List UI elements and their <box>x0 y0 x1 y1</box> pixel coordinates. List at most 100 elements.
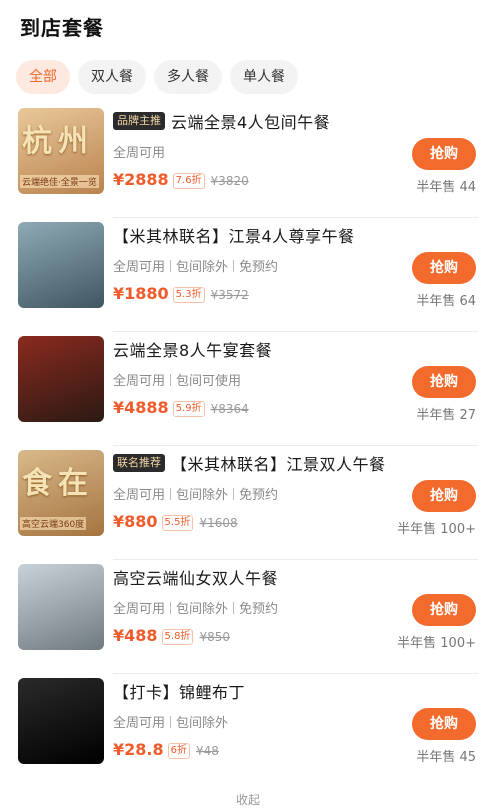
tag-divider <box>170 715 172 728</box>
usage-tag: 免预约 <box>239 602 279 617</box>
package-thumbnail[interactable]: 杭州 云端绝佳·全景一览 <box>18 108 104 194</box>
package-item[interactable]: 【米其林联名】江景4人尊享午餐全周可用 包间除外 免预约 ¥1880 5.3折 ¥3572… <box>0 218 496 332</box>
page-title: 到店套餐 <box>20 16 104 40</box>
tab-multi[interactable]: 多人餐 <box>154 60 222 94</box>
sales-count: 半年售 64 <box>416 294 476 309</box>
sales-count: 半年售 100+ <box>397 522 476 537</box>
package-item[interactable]: 高空云端仙女双人午餐全周可用 包间除外 免预约 ¥488 5.8折 ¥850 抢购半年售 1… <box>0 560 496 674</box>
usage-tag: 包间除外 <box>176 602 229 617</box>
package-name[interactable]: 【米其林联名】江景4人尊享午餐 <box>113 223 355 247</box>
package-tags: 全周可用 <box>113 142 165 161</box>
original-price: ¥8364 <box>210 402 249 416</box>
price-row: ¥2888 7.6折 ¥3820 <box>113 170 249 191</box>
package-thumbnail[interactable] <box>18 222 104 308</box>
package-tags: 全周可用 包间可使用 <box>113 370 241 389</box>
tab-single[interactable]: 单人餐 <box>230 60 298 94</box>
package-thumbnail[interactable] <box>18 678 104 764</box>
tag-divider <box>170 259 172 272</box>
price-row: ¥488 5.8折 ¥850 <box>113 626 230 647</box>
buy-button[interactable]: 抢购 <box>412 252 476 284</box>
usage-tag: 全周可用 <box>113 602 166 617</box>
thumbnail-image <box>18 678 104 764</box>
sales-count: 半年售 45 <box>416 750 476 765</box>
thumbnail-subtext: 高空云端360度 <box>20 517 87 530</box>
package-name-row: 联名推荐 【米其林联名】江景双人午餐 <box>113 450 476 476</box>
tag-divider <box>170 601 172 614</box>
package-name[interactable]: 【米其林联名】江景双人午餐 <box>171 451 386 475</box>
sale-price: ¥1880 <box>113 284 169 303</box>
thumbnail-image <box>18 336 104 422</box>
sale-price: ¥2888 <box>113 170 169 189</box>
buy-button[interactable]: 抢购 <box>412 594 476 626</box>
package-thumbnail[interactable] <box>18 336 104 422</box>
usage-tag: 全周可用 <box>113 260 166 275</box>
sales-count: 半年售 100+ <box>397 636 476 651</box>
original-price: ¥3820 <box>210 174 249 188</box>
package-item[interactable]: 杭州 云端绝佳·全景一览 品牌主推 云端全景4人包间午餐 全周可用 ¥2888 7.6折 ¥3… <box>0 104 496 218</box>
discount-badge: 5.8折 <box>161 629 194 645</box>
original-price: ¥1608 <box>199 516 238 530</box>
package-name[interactable]: 云端全景8人午宴套餐 <box>113 337 272 361</box>
filter-tabs: 全部 双人餐 多人餐 单人餐 <box>16 60 298 94</box>
price-row: ¥1880 5.3折 ¥3572 <box>113 284 249 305</box>
usage-tag: 包间除外 <box>176 260 229 275</box>
package-name-row: 品牌主推 云端全景4人包间午餐 <box>113 108 476 134</box>
usage-tag: 包间除外 <box>176 488 229 503</box>
buy-button[interactable]: 抢购 <box>412 138 476 170</box>
discount-badge: 5.3折 <box>172 287 205 303</box>
usage-tag: 包间除外 <box>176 716 229 731</box>
package-tags: 全周可用 包间除外 <box>113 712 228 731</box>
sale-price: ¥28.8 <box>113 740 164 759</box>
package-name[interactable]: 高空云端仙女双人午餐 <box>113 565 278 589</box>
original-price: ¥48 <box>195 744 219 758</box>
package-name[interactable]: 【打卡】锦鲤布丁 <box>113 679 245 703</box>
thumbnail-image <box>18 564 104 650</box>
package-name-row: 【米其林联名】江景4人尊享午餐 <box>113 222 476 248</box>
package-name-row: 高空云端仙女双人午餐 <box>113 564 476 590</box>
package-tags: 全周可用 包间除外 免预约 <box>113 598 278 617</box>
package-item[interactable]: 食在 高空云端360度 联名推荐 【米其林联名】江景双人午餐 全周可用 包间除外 免预约 ¥8… <box>0 446 496 560</box>
thumbnail-image <box>18 222 104 308</box>
promo-badge: 联名推荐 <box>113 454 165 472</box>
tab-double[interactable]: 双人餐 <box>78 60 146 94</box>
tag-divider <box>170 487 172 500</box>
package-list: 杭州 云端绝佳·全景一览 品牌主推 云端全景4人包间午餐 全周可用 ¥2888 7.6折 ¥3… <box>0 104 496 788</box>
discount-badge: 6折 <box>167 743 190 759</box>
buy-button[interactable]: 抢购 <box>412 480 476 512</box>
package-thumbnail[interactable] <box>18 564 104 650</box>
price-row: ¥28.8 6折 ¥48 <box>113 740 219 761</box>
package-name-row: 【打卡】锦鲤布丁 <box>113 678 476 704</box>
sale-price: ¥4888 <box>113 398 169 417</box>
usage-tag: 包间可使用 <box>176 374 242 389</box>
tag-divider <box>233 487 235 500</box>
thumbnail-subtext: 云端绝佳·全景一览 <box>20 175 99 188</box>
package-item[interactable]: 云端全景8人午宴套餐全周可用 包间可使用 ¥4888 5.9折 ¥8364 抢购半年售 2… <box>0 332 496 446</box>
sales-count: 半年售 27 <box>416 408 476 423</box>
package-name-row: 云端全景8人午宴套餐 <box>113 336 476 362</box>
discount-badge: 7.6折 <box>172 173 205 189</box>
tag-divider <box>170 373 172 386</box>
buy-button[interactable]: 抢购 <box>412 366 476 398</box>
tag-divider <box>233 259 235 272</box>
sale-price: ¥488 <box>113 626 158 645</box>
package-thumbnail[interactable]: 食在高空云端360度 <box>18 450 104 536</box>
package-item[interactable]: 【打卡】锦鲤布丁全周可用 包间除外 ¥28.8 6折 ¥48 抢购半年售 45 <box>0 674 496 788</box>
tab-all[interactable]: 全部 <box>16 60 70 94</box>
package-tags: 全周可用 包间除外 免预约 <box>113 484 278 503</box>
package-name[interactable]: 云端全景4人包间午餐 <box>171 109 330 133</box>
usage-tag: 全周可用 <box>113 374 166 389</box>
buy-button[interactable]: 抢购 <box>412 708 476 740</box>
package-tags: 全周可用 包间除外 免预约 <box>113 256 278 275</box>
price-row: ¥880 5.5折 ¥1608 <box>113 512 238 533</box>
thumbnail-text: 食在 <box>22 466 94 501</box>
tag-divider <box>233 601 235 614</box>
usage-tag: 免预约 <box>239 260 279 275</box>
promo-badge: 品牌主推 <box>113 112 165 130</box>
sale-price: ¥880 <box>113 512 158 531</box>
usage-tag: 全周可用 <box>113 146 166 161</box>
usage-tag: 全周可用 <box>113 716 166 731</box>
usage-tag: 免预约 <box>239 488 279 503</box>
sales-count: 半年售 44 <box>416 180 476 195</box>
price-row: ¥4888 5.9折 ¥8364 <box>113 398 249 419</box>
original-price: ¥3572 <box>210 288 249 302</box>
